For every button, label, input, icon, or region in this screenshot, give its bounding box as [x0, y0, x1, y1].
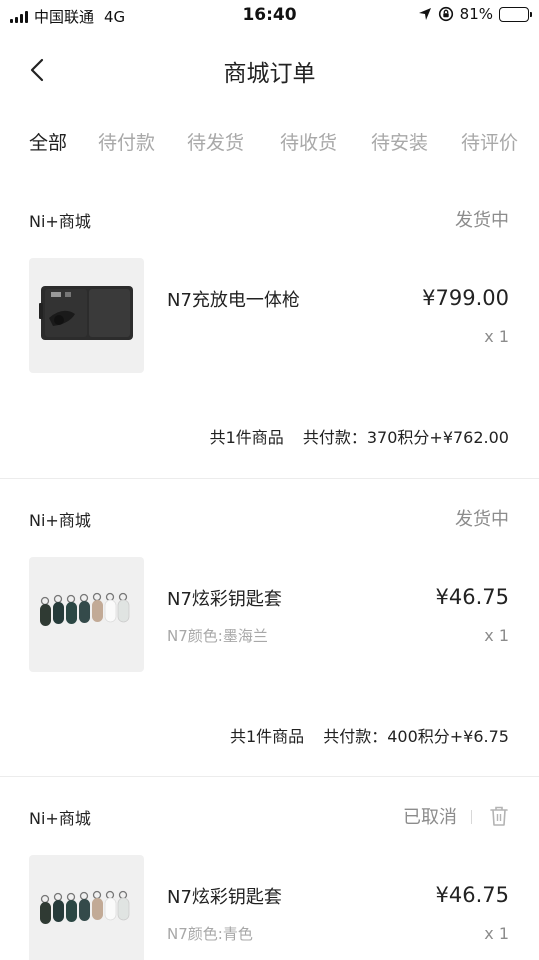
tab-pending-shipment[interactable]: 待发货 [187, 128, 244, 155]
trash-icon[interactable] [489, 805, 509, 827]
order-summary: 共1件商品 共付款：370积分+¥762.00 [210, 424, 509, 448]
summary-paid: 共付款：400积分+¥6.75 [323, 727, 509, 746]
order-status: 已取消 [403, 807, 457, 828]
order-status: 发货中 [455, 210, 509, 231]
product-name: N7炫彩钥匙套 [167, 887, 282, 908]
key-fob-covers-image [40, 890, 130, 924]
tab-pending-install[interactable]: 待安装 [371, 128, 428, 155]
product-image[interactable] [29, 258, 144, 373]
order-card[interactable]: Ni+商城 已取消 N7炫彩钥匙套 N7颜色:青色 ¥46.75 x 1 [0, 793, 539, 960]
product-quantity: x 1 [484, 327, 509, 346]
status-bar-right: 81% [418, 5, 532, 23]
order-summary: 共1件商品 共付款：400积分+¥6.75 [230, 723, 509, 747]
tab-pending-payment[interactable]: 待付款 [98, 128, 155, 155]
page-title: 商城订单 [223, 61, 316, 87]
shop-name: Ni+商城 [29, 809, 91, 828]
navigation-bar: 商城订单 [0, 40, 539, 100]
battery-percent: 81% [459, 5, 493, 23]
summary-count: 共1件商品 [229, 727, 305, 746]
status-separator [471, 810, 472, 824]
product-spec: N7颜色:墨海兰 [167, 627, 268, 645]
product-price: ¥46.75 [435, 585, 509, 609]
key-fob-covers-image [40, 592, 130, 626]
product-quantity: x 1 [484, 626, 509, 645]
summary-count: 共1件商品 [209, 428, 284, 447]
divider [0, 478, 539, 479]
product-quantity: x 1 [484, 924, 509, 943]
charging-gun-case-image [39, 286, 133, 340]
status-bar: 中国联通 4G 16:40 81% [0, 0, 539, 30]
orientation-lock-icon [438, 6, 453, 22]
order-card[interactable]: Ni+商城 发货中 N7充放电一体枪 ¥799.00 x 1 共1件商品 共付款… [0, 196, 539, 478]
summary-paid: 共付款：370积分+¥762.00 [302, 428, 509, 447]
divider [0, 776, 539, 777]
tab-pending-review[interactable]: 待评价 [461, 128, 518, 155]
product-name: N7炫彩钥匙套 [167, 589, 282, 610]
product-price: ¥46.75 [435, 883, 509, 907]
order-card[interactable]: Ni+商城 发货中 N7炫彩钥匙套 N7颜色:墨海兰 ¥46.75 x 1 共1… [0, 495, 539, 777]
tab-all[interactable]: 全部 [29, 128, 67, 155]
location-arrow-icon [418, 8, 431, 20]
battery-icon [499, 6, 532, 22]
tab-pending-receipt[interactable]: 待收货 [280, 128, 337, 155]
product-price: ¥799.00 [422, 286, 509, 310]
product-name: N7充放电一体枪 [167, 290, 300, 311]
product-image[interactable] [29, 855, 144, 960]
shop-name: Ni+商城 [29, 511, 91, 530]
order-tabs: 全部 待付款 待发货 待收货 待安装 待评价 [0, 128, 539, 162]
order-status: 发货中 [455, 509, 509, 530]
product-spec: N7颜色:青色 [167, 925, 253, 943]
product-image[interactable] [29, 557, 144, 672]
shop-name: Ni+商城 [29, 212, 91, 231]
